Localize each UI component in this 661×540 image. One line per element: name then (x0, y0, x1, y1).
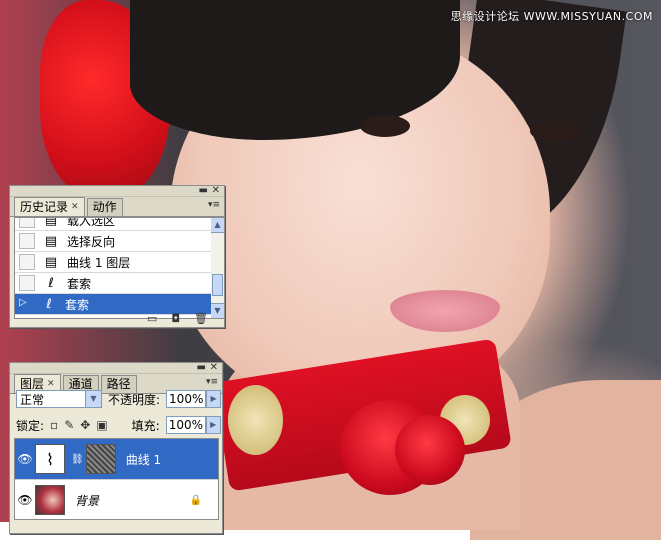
layer-mask-thumbnail[interactable] (85, 444, 116, 474)
history-item-label: 套索 (67, 276, 92, 291)
history-toolbar: ▭ ◘ 🗑 (10, 310, 224, 327)
snapshot-source-box[interactable] (19, 275, 35, 291)
lace-ornament (228, 385, 283, 455)
blend-mode-value: 正常 (20, 393, 45, 407)
layer-name: 背景 (75, 493, 100, 508)
minimize-icon[interactable]: ▬ (199, 185, 208, 196)
panel-titlebar[interactable]: ▬ ✕ (10, 185, 224, 197)
red-rose (395, 415, 465, 485)
lock-position-icon[interactable]: ✥ (80, 418, 90, 432)
scroll-up-icon[interactable]: ▲ (211, 218, 224, 233)
panel-menu-icon[interactable]: ▾≡ (208, 200, 220, 210)
lasso-icon: ℓ (48, 275, 54, 291)
layer-row[interactable]: 👁 背景 🔒 (15, 480, 218, 519)
layer-thumbnail[interactable] (35, 485, 65, 515)
history-item-label: 选择反向 (67, 234, 116, 249)
blend-mode-select[interactable]: 正常 ▼ (16, 390, 102, 408)
link-icon[interactable]: ⛓ (71, 454, 84, 465)
layer-name: 曲线 1 (125, 452, 162, 467)
history-item-label: 曲线 1 图层 (67, 255, 131, 270)
panel-menu-icon[interactable]: ▾≡ (206, 377, 218, 387)
lock-icon: 🔒 (189, 494, 202, 506)
lock-transparent-icon[interactable]: ▫ (50, 418, 58, 432)
eye-icon[interactable]: 👁 (15, 493, 35, 507)
blend-opacity-row: 正常 ▼ 不透明度: 100% ▶ (16, 390, 222, 408)
lock-image-icon[interactable]: ✎ (64, 418, 74, 432)
opacity-input[interactable]: 100% (166, 390, 207, 408)
action-icon: ▤ (44, 233, 58, 249)
layer-row[interactable]: 👁 ⌇ ⛓ 曲线 1 (15, 439, 218, 480)
eye-icon[interactable]: 👁 (15, 452, 35, 466)
lock-fill-row: 锁定: ▫ ✎ ✥ ▣ 填充: 100% ▶ (16, 416, 221, 434)
tab-close-icon[interactable]: ✕ (71, 199, 79, 216)
history-item[interactable]: ▤ 选择反向 (15, 231, 212, 252)
history-tabs: 历史记录 ✕ 动作 ▾≡ (10, 197, 224, 217)
history-scrollbar[interactable]: ▲ ▼ (211, 217, 225, 319)
right-eye (530, 120, 580, 142)
layers-list: 👁 ⌇ ⛓ 曲线 1 👁 背景 🔒 (14, 438, 219, 520)
opacity-slider-button[interactable]: ▶ (206, 390, 222, 408)
snapshot-source-box[interactable] (19, 254, 35, 270)
close-icon[interactable]: ✕ (210, 362, 218, 373)
panel-titlebar[interactable]: ▬ ✕ (10, 362, 222, 374)
history-state-pointer[interactable]: ▷ (19, 297, 33, 311)
new-snapshot-icon[interactable]: ◘ (171, 312, 180, 325)
tab-actions[interactable]: 动作 (86, 198, 123, 216)
chevron-down-icon[interactable]: ▼ (85, 391, 101, 407)
fill-input[interactable]: 100% (165, 416, 206, 434)
scroll-thumb[interactable] (212, 274, 223, 296)
history-item-label: 载入选区 (67, 217, 116, 228)
history-item[interactable]: ℓ 套索 (15, 273, 212, 294)
snapshot-source-box[interactable] (19, 233, 35, 249)
history-panel: ▬ ✕ 历史记录 ✕ 动作 ▾≡ ▤ 载入选区 ▤ 选择反向 ▤ 曲线 1 图层 (9, 185, 225, 328)
trash-icon[interactable]: 🗑 (194, 312, 208, 325)
new-document-icon[interactable]: ▭ (147, 312, 157, 325)
history-list: ▤ 载入选区 ▤ 选择反向 ▤ 曲线 1 图层 ℓ 套索 ▷ ℓ 套索 (14, 217, 213, 319)
history-item[interactable]: ▤ 曲线 1 图层 (15, 252, 212, 273)
left-eye (360, 115, 410, 137)
action-icon: ▤ (44, 254, 58, 270)
snapshot-source-box[interactable] (19, 218, 35, 228)
fill-slider-button[interactable]: ▶ (205, 416, 221, 434)
lock-all-icon[interactable]: ▣ (96, 418, 107, 432)
fill-label: 填充: (131, 418, 160, 433)
layers-panel: ▬ ✕ 图层 ✕ 通道 路径 ▾≡ 正常 ▼ 不透明度: 100% ▶ 锁定: … (9, 362, 223, 534)
close-icon[interactable]: ✕ (212, 185, 220, 196)
tab-label: 历史记录 (20, 199, 69, 214)
watermark: 思缘设计论坛 WWW.MISSYUAN.COM (450, 10, 653, 23)
minimize-icon[interactable]: ▬ (197, 362, 206, 373)
history-item[interactable]: ▤ 载入选区 (15, 217, 212, 231)
action-icon: ▤ (44, 217, 58, 228)
curves-adjustment-icon[interactable]: ⌇ (35, 444, 65, 474)
lock-label: 锁定: (16, 418, 45, 433)
tab-label: 动作 (92, 200, 117, 214)
opacity-label: 不透明度: (108, 392, 161, 407)
tab-history[interactable]: 历史记录 ✕ (14, 197, 85, 216)
